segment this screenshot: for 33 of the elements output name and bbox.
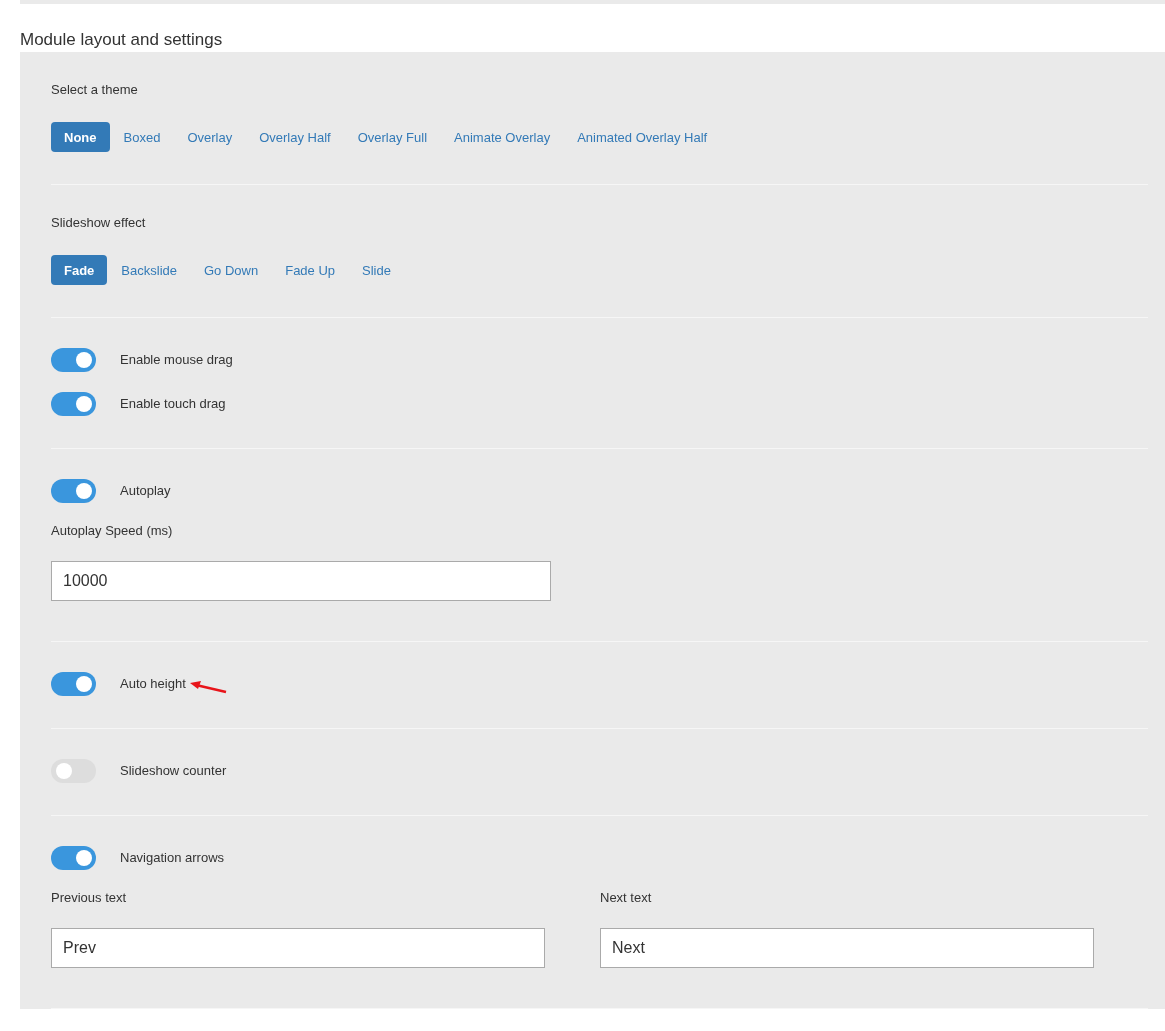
toggle-switch[interactable]: [51, 846, 96, 870]
option-button[interactable]: Overlay: [174, 122, 246, 152]
toggle-switch[interactable]: [51, 479, 96, 503]
option-button[interactable]: Go Down: [191, 255, 272, 285]
toggle-label: Enable touch drag: [120, 396, 226, 412]
field-label: Next text: [600, 890, 652, 906]
option-button[interactable]: Boxed: [110, 122, 174, 152]
toggle-switch[interactable]: [51, 348, 96, 372]
option-button[interactable]: Fade Up: [272, 255, 349, 285]
option-button[interactable]: Animate Overlay: [441, 122, 564, 152]
field-label: Autoplay Speed (ms): [51, 523, 173, 539]
text-field[interactable]: 10000: [51, 561, 551, 601]
option-button[interactable]: Overlay Full: [344, 122, 441, 152]
field-label: Previous text: [51, 890, 127, 906]
option-button[interactable]: Overlay Half: [246, 122, 344, 152]
toggle-label: Slideshow counter: [120, 763, 227, 779]
text-field[interactable]: Prev: [51, 928, 545, 968]
section-heading: Module layout and settings: [19, 29, 224, 51]
option-button[interactable]: Slide: [349, 255, 404, 285]
toggle-switch[interactable]: [51, 392, 96, 416]
option-button[interactable]: Backslide: [108, 255, 190, 285]
toggle-label: Navigation arrows: [120, 850, 225, 866]
toggle-switch[interactable]: [51, 759, 96, 783]
option-button[interactable]: Animated Overlay Half: [564, 122, 721, 152]
toggle-label: Autoplay: [120, 483, 171, 499]
toggle-label: Auto height: [120, 676, 186, 692]
toggle-switch[interactable]: [51, 672, 96, 696]
option-button[interactable]: None: [51, 122, 110, 152]
group-label: Select a theme: [51, 82, 138, 98]
option-button[interactable]: Fade: [51, 255, 108, 285]
text-field[interactable]: Next: [600, 928, 1094, 968]
group-label: Slideshow effect: [51, 215, 146, 231]
toggle-label: Enable mouse drag: [120, 352, 233, 368]
